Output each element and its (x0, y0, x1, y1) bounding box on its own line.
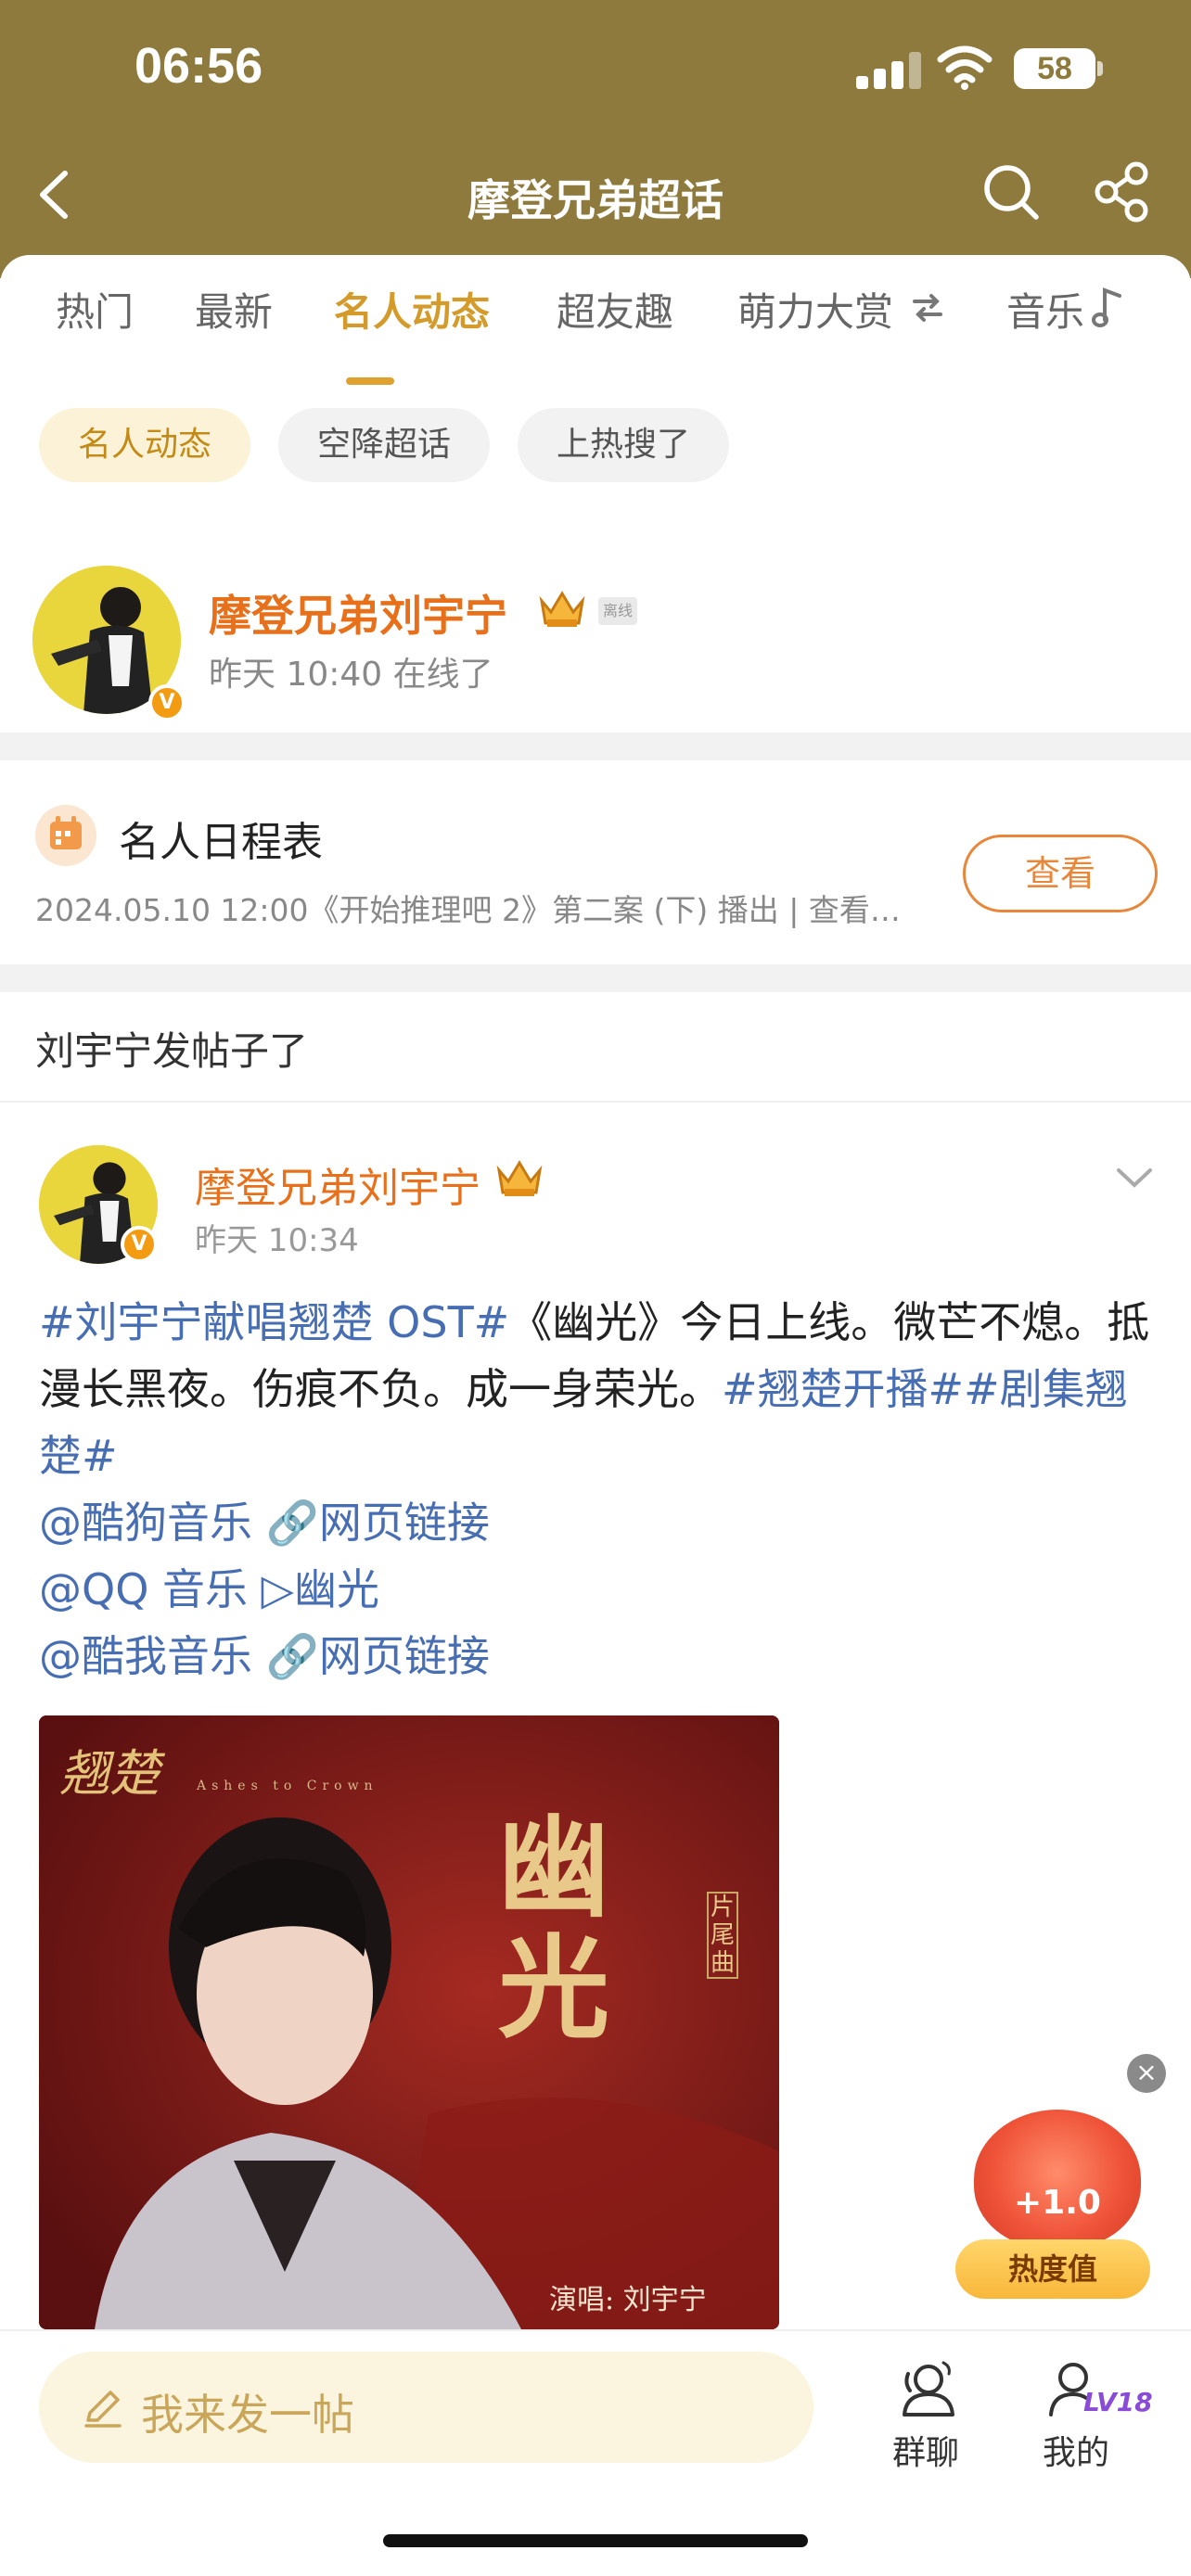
group-chat-label: 群聊 (891, 2434, 959, 2472)
calendar-icon (35, 805, 96, 866)
tab-hot[interactable]: 热门 (56, 281, 134, 338)
view-schedule-button[interactable]: 查看 (963, 835, 1158, 912)
pencil-icon (84, 2391, 122, 2428)
tab-bar: 热门 最新 名人动态 超友趣 萌力大赏 音乐 (0, 281, 1191, 385)
online-status: 昨天 10:40 在线了 (209, 656, 493, 694)
chip-airdrop-topic[interactable]: 空降超话 (278, 408, 490, 482)
tab-super-fun[interactable]: 超友趣 (557, 281, 673, 338)
show-subtitle: Ashes to Crown (197, 1779, 378, 1793)
schedule-item[interactable]: 2024.05.10 12:00《开始推理吧 2》第二案 (下) 播出 | 查看… (35, 886, 901, 930)
album-cover-art (39, 1715, 779, 2329)
kugou-music-link[interactable]: @酷狗音乐 🔗网页链接 (39, 1489, 1161, 1556)
schedule-title: 名人日程表 (119, 819, 323, 866)
celebrity-name[interactable]: 摩登兄弟刘宇宁 (209, 582, 507, 644)
battery-tip (1097, 61, 1103, 76)
chip-celebrity-news[interactable]: 名人动态 (39, 408, 250, 482)
group-chat-icon (903, 2361, 954, 2417)
group-chat-button[interactable]: 群聊 (870, 2340, 981, 2480)
red-pouch-icon (974, 2110, 1141, 2249)
post-body: #刘宇宁献唱翘楚 OST#《幽光》今日上线。微芒不熄。抵漫长黑夜。伤痕不负。成一… (39, 1289, 1161, 1690)
divider (0, 1101, 1191, 1103)
chip-trending[interactable]: 上热搜了 (518, 408, 729, 482)
music-note-icon (1092, 287, 1121, 327)
celebrity-profile-row[interactable]: V 摩登兄弟刘宇宁 离线 昨天 10:40 在线了 (0, 547, 1191, 723)
chevron-down-icon[interactable] (1111, 1159, 1158, 1196)
post-image[interactable]: 翘楚 Ashes to Crown 幽光 片尾曲 演唱: 刘宇宁 (39, 1715, 779, 2329)
tab-cute-awards[interactable]: 萌力大赏 (737, 281, 942, 338)
status-bar: 06:56 58 (0, 0, 1191, 139)
wifi-icon (937, 45, 992, 90)
close-icon[interactable]: × (1127, 2054, 1166, 2093)
status-time: 06:56 (134, 38, 263, 94)
home-indicator[interactable] (383, 2534, 808, 2547)
hashtag-link[interactable]: #刘宇宁献唱翘楚 OST# (39, 1297, 509, 1347)
crown-icon (496, 1160, 543, 1196)
verified-badge-icon: V (148, 684, 186, 721)
tab-cute-awards-label: 萌力大赏 (737, 289, 894, 335)
show-logo: 翘楚 (59, 1744, 160, 1803)
tab-latest[interactable]: 最新 (195, 281, 273, 338)
offline-tag: 离线 (598, 597, 637, 625)
nav-row: 摩登兄弟超话 (0, 148, 1191, 241)
battery-indicator: 58 (1014, 48, 1095, 89)
header: 06:56 58 摩登兄弟超话 (0, 0, 1191, 278)
search-icon[interactable] (979, 159, 1044, 224)
post-author[interactable]: 摩登兄弟刘宇宁 (195, 1154, 480, 1214)
post-timestamp: 昨天 10:34 (195, 1222, 359, 1259)
kuwo-music-link[interactable]: @酷我音乐 🔗网页链接 (39, 1623, 1161, 1690)
song-tag: 片尾曲 (707, 1892, 738, 1979)
singer-credit: 演唱: 刘宇宁 (549, 2284, 707, 2316)
compose-post-button[interactable]: 我来发一帖 (39, 2352, 813, 2463)
me-button[interactable]: LV18 我的 (1020, 2340, 1153, 2480)
verified-badge-icon: V (121, 1226, 158, 1263)
tab-music-label: 音乐 (1006, 289, 1085, 335)
share-icon[interactable] (1090, 159, 1155, 224)
level-badge: LV18 (1083, 2387, 1153, 2417)
switch-arrows-icon (913, 294, 942, 322)
me-label: 我的 (1042, 2434, 1109, 2472)
tab-music[interactable]: 音乐 (1006, 281, 1121, 338)
active-tab-indicator (346, 377, 394, 385)
section-divider (0, 964, 1191, 992)
qq-music-link[interactable]: @QQ 音乐 ▷幽光 (39, 1556, 1161, 1623)
section-divider (0, 733, 1191, 760)
section-title: 刘宇宁发帖子了 (35, 1028, 309, 1074)
crown-icon (539, 591, 585, 627)
heat-value-widget[interactable]: × +1.0 热度值 (946, 2045, 1169, 2304)
cellular-signal-icon (856, 52, 921, 89)
heat-value-button[interactable]: 热度值 (955, 2239, 1150, 2299)
heat-increment: +1.0 (1014, 2184, 1101, 2222)
tab-celebrity-news[interactable]: 名人动态 (334, 281, 490, 338)
compose-placeholder: 我来发一帖 (141, 2390, 354, 2440)
celebrity-schedule: 名人日程表 2024.05.10 12:00《开始推理吧 2》第二案 (下) 播… (0, 760, 1191, 964)
page: 06:56 58 摩登兄弟超话 热门 最新 名人动态 超友趣 萌力大赏 音乐 名… (0, 0, 1191, 2576)
song-title: 幽光 (498, 1803, 609, 2054)
